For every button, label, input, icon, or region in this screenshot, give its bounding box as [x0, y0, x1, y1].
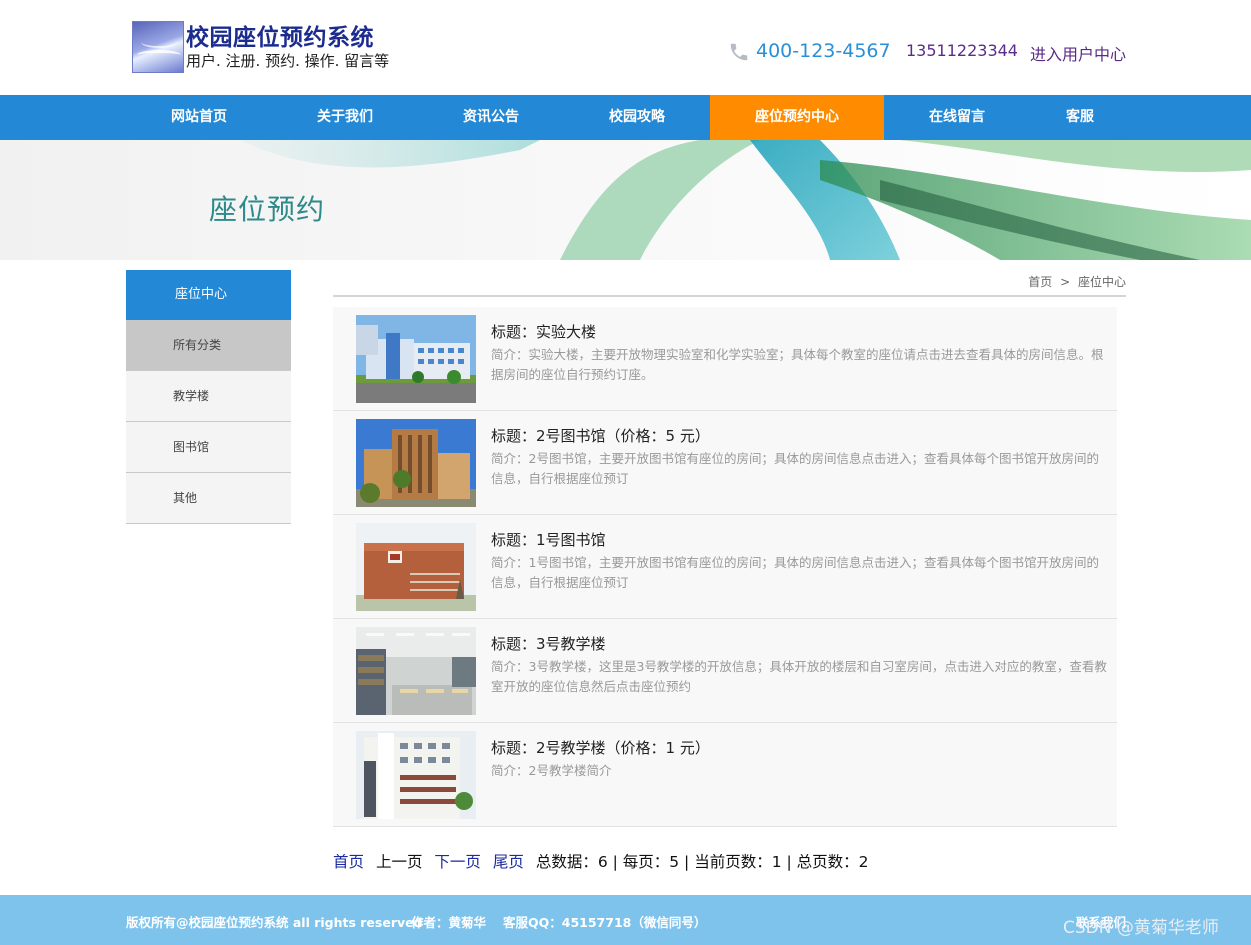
header: 校园座位预约系统 用户. 注册. 预约. 操作. 留言等 400-123-456… — [0, 0, 1251, 95]
item-description: 简介：2号图书馆，主要开放图书馆有座位的房间；具体的房间信息点击进入；查看具体每… — [491, 451, 1099, 486]
item-title[interactable]: 标题：实验大楼 — [491, 321, 596, 342]
nav-seat-center[interactable]: 座位预约中心 — [710, 95, 884, 140]
mobile-number: 13511223344 — [906, 41, 1018, 60]
item-title[interactable]: 标题：2号图书馆（价格：5 元） — [491, 425, 710, 446]
user-center-link[interactable]: 进入用户中心 — [1030, 41, 1126, 65]
thumbnail-image[interactable] — [356, 731, 476, 819]
breadcrumb-home[interactable]: 首页 — [1028, 275, 1052, 289]
footer-copyright: 版权所有@校园座位预约系统 all rights reserved — [126, 915, 423, 930]
watermark: CSDN @黄菊华老师 — [1063, 918, 1219, 938]
item-title[interactable]: 标题：2号教学楼（价格：1 元） — [491, 737, 710, 758]
breadcrumb: 首页 > 座位中心 — [333, 268, 1126, 297]
banner-title: 座位预约 — [209, 193, 326, 226]
list-item[interactable]: 标题：3号教学楼 简介：3号教学楼，这里是3号教学楼的开放信息；具体开放的楼层和… — [333, 619, 1117, 723]
pager-first[interactable]: 首页 — [333, 853, 364, 871]
nav-home[interactable]: 网站首页 — [126, 95, 272, 140]
site-title: 校园座位预约系统 — [186, 25, 374, 51]
sidebar-item-teaching[interactable]: 教学楼 — [126, 371, 291, 422]
sidebar-item-other[interactable]: 其他 — [126, 473, 291, 524]
footer-author: 作者：黄菊华 — [411, 915, 487, 930]
item-description: 简介：2号教学楼简介 — [491, 763, 612, 778]
footer-qq: 客服QQ：45157718（微信同号） — [503, 915, 707, 930]
site-subtitle: 用户. 注册. 预约. 操作. 留言等 — [186, 52, 390, 70]
list-item[interactable]: 标题：2号图书馆（价格：5 元） 简介：2号图书馆，主要开放图书馆有座位的房间；… — [333, 411, 1117, 515]
thumbnail-image[interactable] — [356, 419, 476, 507]
seat-list: 标题：实验大楼 简介：实验大楼，主要开放物理实验室和化学实验室；具体每个教室的座… — [333, 307, 1117, 827]
list-item[interactable]: 标题：2号教学楼（价格：1 元） 简介：2号教学楼简介 — [333, 723, 1117, 827]
pager-last[interactable]: 尾页 — [493, 853, 524, 871]
thumbnail-image[interactable] — [356, 523, 476, 611]
list-item[interactable]: 标题：实验大楼 简介：实验大楼，主要开放物理实验室和化学实验室；具体每个教室的座… — [333, 307, 1117, 411]
logo[interactable] — [132, 21, 184, 73]
pager-stats: 总数据：6 | 每页：5 | 当前页数：1 | 总页数：2 — [535, 853, 869, 871]
item-description: 简介：3号教学楼，这里是3号教学楼的开放信息；具体开放的楼层和自习室房间，点击进… — [491, 659, 1107, 694]
pager-next[interactable]: 下一页 — [434, 853, 481, 871]
sidebar-heading: 座位中心 — [126, 270, 291, 320]
item-description: 简介：实验大楼，主要开放物理实验室和化学实验室；具体每个教室的座位请点击进去查看… — [491, 347, 1104, 382]
breadcrumb-separator: > — [1060, 275, 1071, 289]
breadcrumb-current: 座位中心 — [1077, 275, 1126, 289]
nav-about[interactable]: 关于我们 — [272, 95, 418, 140]
nav-news[interactable]: 资讯公告 — [418, 95, 564, 140]
pager-prev: 上一页 — [375, 853, 423, 871]
item-description: 简介：1号图书馆，主要开放图书馆有座位的房间；具体的房间信息点击进入；查看具体每… — [491, 555, 1099, 590]
sidebar-item-all[interactable]: 所有分类 — [126, 320, 291, 371]
sidebar: 座位中心 所有分类 教学楼 图书馆 其他 — [126, 270, 291, 524]
hotline-number: 400-123-4567 — [756, 40, 891, 62]
banner-image — [240, 140, 1251, 260]
main-nav: 网站首页 关于我们 资讯公告 校园攻略 座位预约中心 在线留言 客服 — [0, 95, 1251, 140]
banner: 座位预约 — [0, 140, 1251, 260]
nav-service[interactable]: 客服 — [1007, 95, 1153, 140]
sidebar-item-library[interactable]: 图书馆 — [126, 422, 291, 473]
list-item[interactable]: 标题：1号图书馆 简介：1号图书馆，主要开放图书馆有座位的房间；具体的房间信息点… — [333, 515, 1117, 619]
pagination: 首页 上一页 下一页 尾页 总数据：6 | 每页：5 | 当前页数：1 | 总页… — [333, 850, 869, 872]
item-title[interactable]: 标题：1号图书馆 — [491, 529, 606, 550]
item-title[interactable]: 标题：3号教学楼 — [491, 633, 606, 654]
nav-guide[interactable]: 校园攻略 — [564, 95, 710, 140]
phone-icon — [730, 43, 748, 61]
thumbnail-image[interactable] — [356, 627, 476, 715]
thumbnail-image[interactable] — [356, 315, 476, 403]
